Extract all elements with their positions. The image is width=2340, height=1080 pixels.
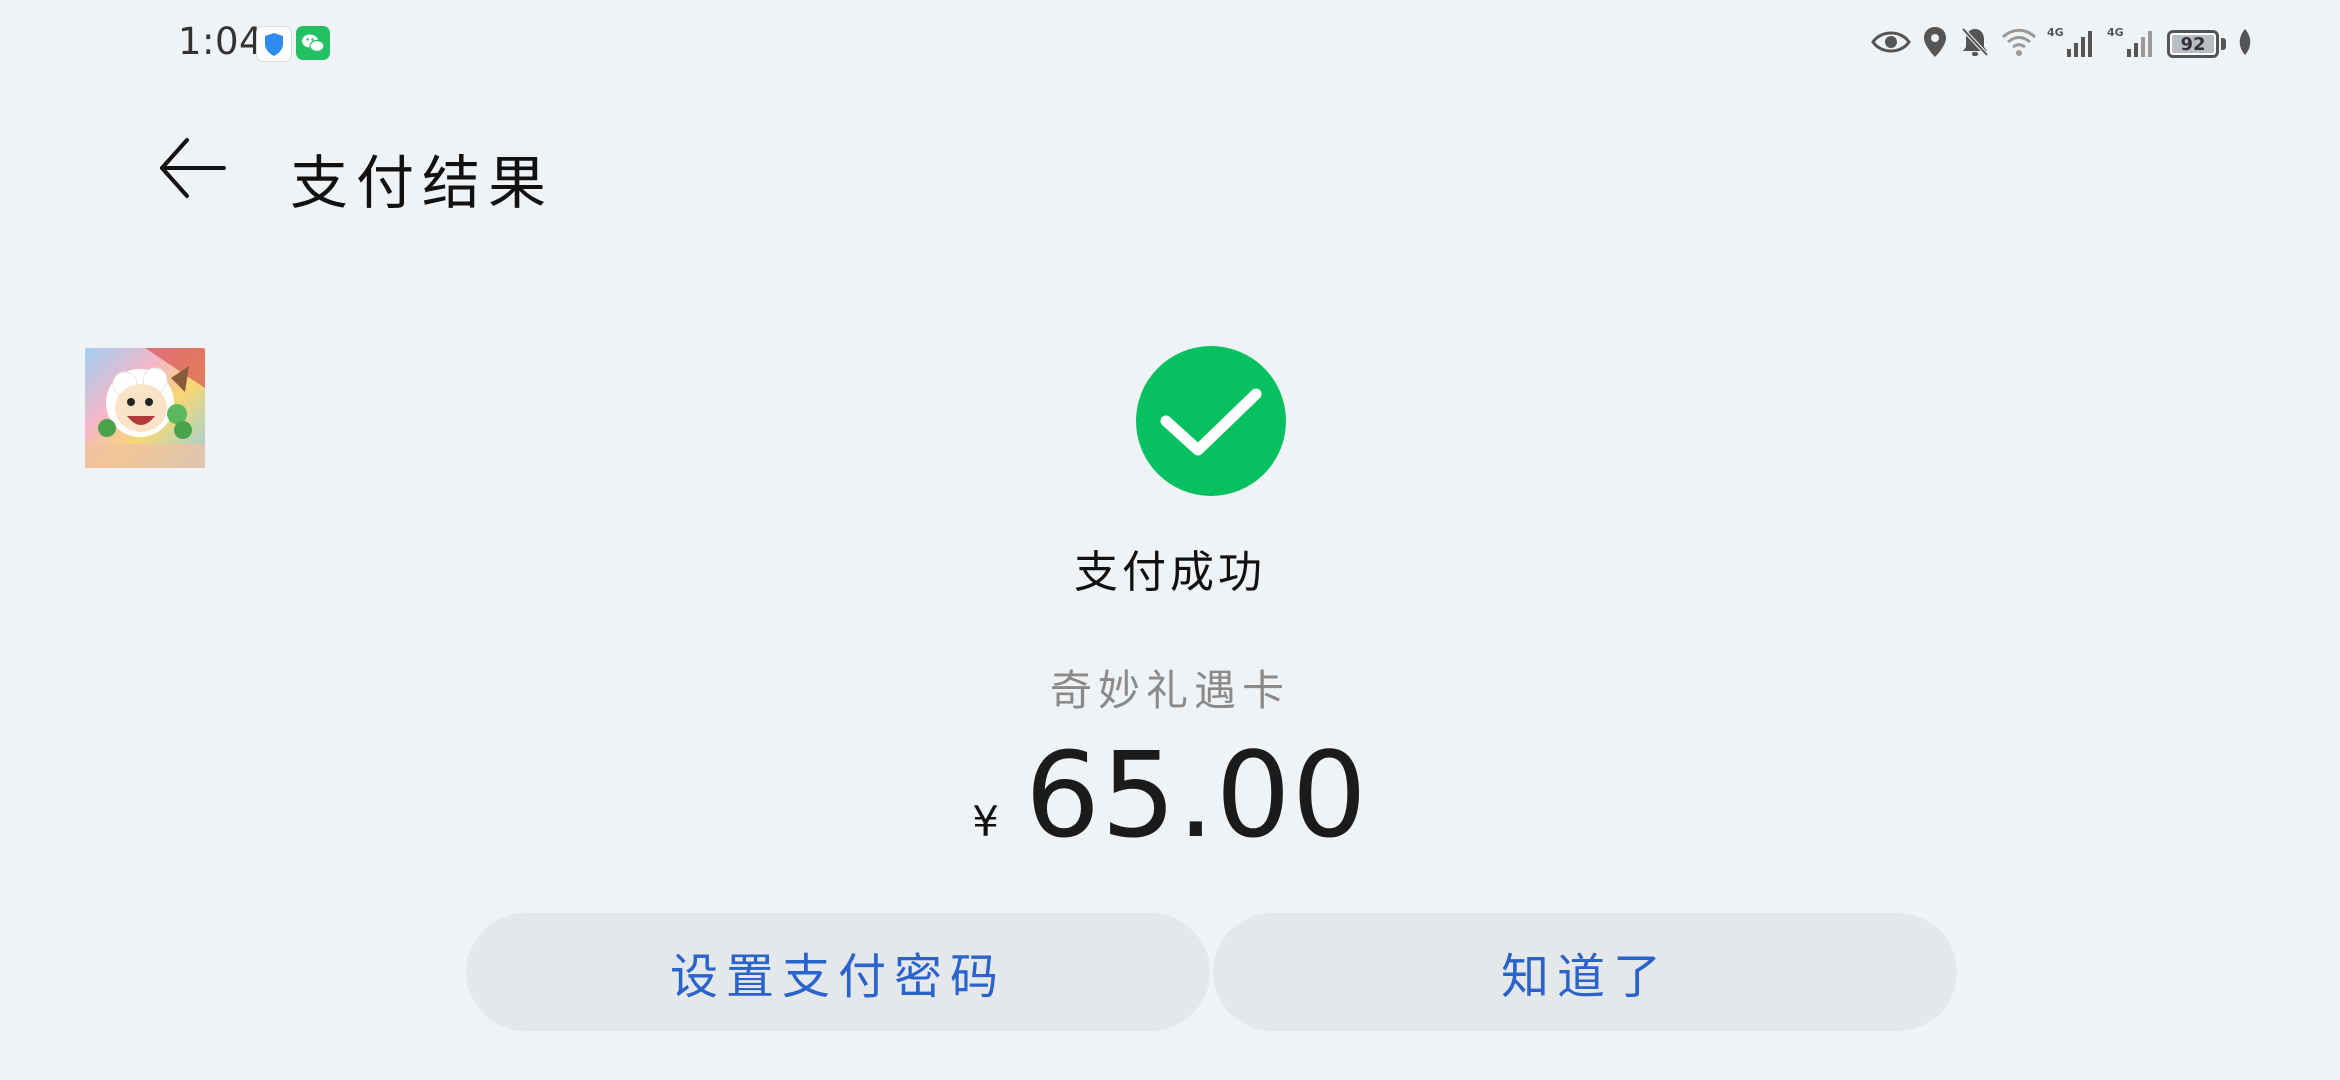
page-title: 支付结果 bbox=[290, 149, 555, 217]
battery-icon: 92 bbox=[2167, 30, 2219, 58]
eye-icon bbox=[1871, 27, 1911, 61]
payment-amount: ¥ 65.00 bbox=[0, 726, 2340, 864]
status-bar: 1:04 4G 4G 92 bbox=[0, 0, 2340, 90]
amount-value: 65.00 bbox=[1024, 726, 1368, 864]
status-time: 1:04 bbox=[178, 20, 264, 63]
signal-2-icon: 4G bbox=[2107, 25, 2157, 63]
merchant-name: 奇妙礼遇卡 bbox=[1049, 666, 1290, 715]
status-icons: 4G 4G 92 bbox=[1861, 20, 2254, 68]
wechat-icon bbox=[296, 26, 330, 60]
back-button[interactable] bbox=[152, 128, 232, 208]
wifi-icon bbox=[2001, 27, 2037, 61]
network-type-label: 4G bbox=[2047, 26, 2064, 39]
payment-status-text: 支付成功 bbox=[1074, 547, 1266, 598]
location-pin-icon bbox=[1921, 25, 1949, 63]
payment-result-screen: 1:04 4G 4G 92 支付结果 支付成功 奇妙礼遇卡 ¥ 65.00 设置… bbox=[0, 0, 2340, 1080]
success-icon bbox=[1136, 346, 1286, 496]
arrow-left-icon bbox=[160, 138, 226, 198]
battery-tip bbox=[2221, 38, 2226, 50]
bell-off-icon bbox=[1959, 25, 1991, 63]
currency-symbol: ¥ bbox=[972, 797, 999, 846]
floating-avatar[interactable] bbox=[85, 348, 205, 468]
leaf-icon bbox=[2236, 27, 2254, 61]
checkmark-icon bbox=[1160, 388, 1262, 456]
set-payment-password-button[interactable]: 设置支付密码 bbox=[466, 913, 1210, 1031]
signal-1-icon: 4G bbox=[2047, 25, 2097, 63]
network-type-label: 4G bbox=[2107, 26, 2124, 39]
got-it-button[interactable]: 知道了 bbox=[1213, 913, 1957, 1031]
security-shield-icon bbox=[256, 26, 292, 62]
battery-level: 92 bbox=[2180, 33, 2206, 55]
